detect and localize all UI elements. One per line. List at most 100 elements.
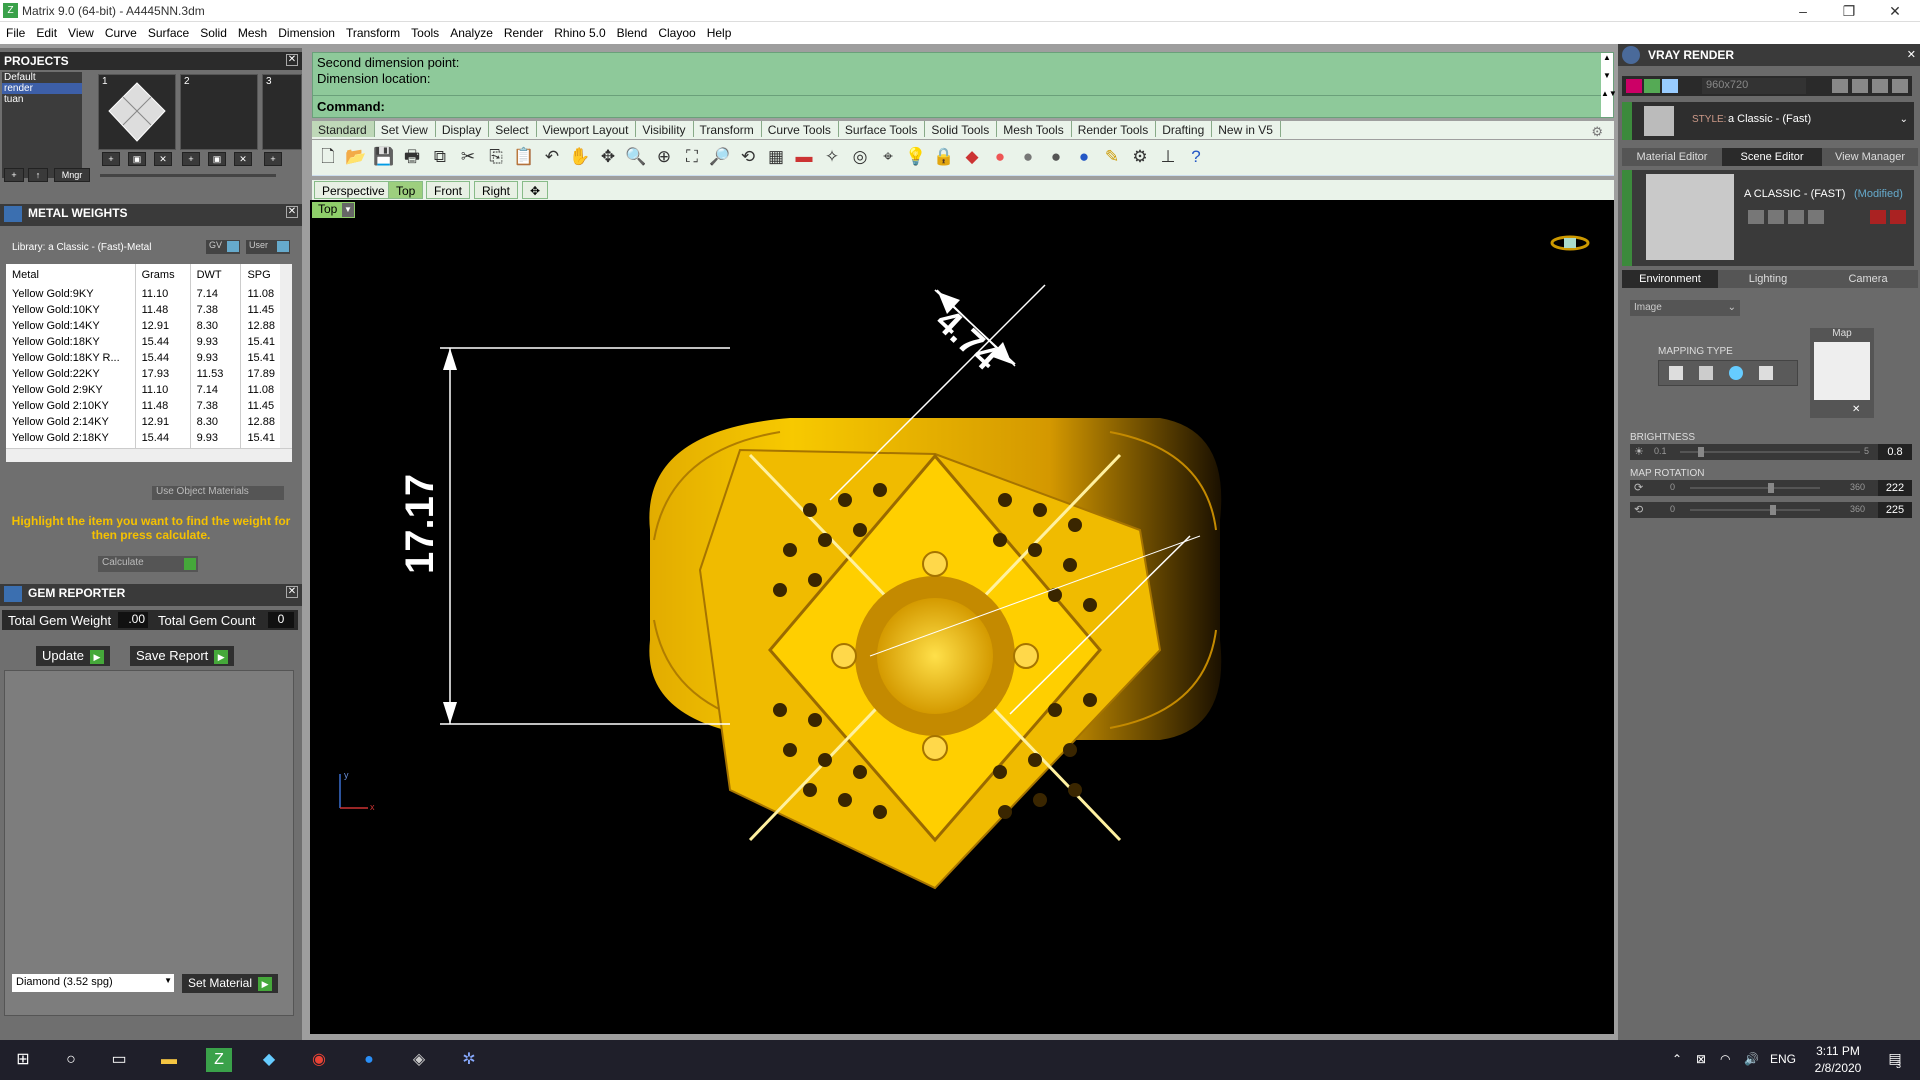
menu-solid[interactable]: Solid xyxy=(194,22,232,40)
table-row[interactable]: Yellow Gold 2:10KY 11.48 7.38 11.45 xyxy=(6,398,282,414)
project-item[interactable]: render xyxy=(2,83,82,94)
rotation-slider-h[interactable]: ⟳ 0 360 222 xyxy=(1630,480,1912,496)
zoom-window-icon[interactable]: ⊕ xyxy=(652,145,676,169)
column-header[interactable]: Grams xyxy=(135,264,191,286)
slot3-add-button[interactable]: + xyxy=(264,152,282,166)
rotation-h-value[interactable]: 222 xyxy=(1878,480,1912,496)
menu-file[interactable]: File xyxy=(0,22,30,40)
gv-toggle[interactable]: GV xyxy=(206,240,240,254)
map-box[interactable]: Map ✕ xyxy=(1810,328,1874,418)
project-slot-2[interactable]: 2 xyxy=(180,74,258,150)
close-icon[interactable]: ✕ xyxy=(1852,404,1860,415)
material-select[interactable]: Diamond (3.52 spg) ▼ xyxy=(12,974,174,992)
add-scene-icon[interactable] xyxy=(1788,210,1804,224)
add-project-button[interactable]: + xyxy=(4,168,24,182)
rotate-view-icon[interactable]: ✥ xyxy=(596,145,620,169)
menu-mesh[interactable]: Mesh xyxy=(232,22,272,40)
user-toggle[interactable]: User xyxy=(246,240,290,254)
slot-delete-button[interactable]: ✕ xyxy=(154,152,172,166)
table-row[interactable]: Yellow Gold:18KY 15.44 9.93 15.41 xyxy=(6,334,282,350)
reset-scene-icon[interactable] xyxy=(1890,210,1906,224)
osnap-icon[interactable]: ⌖ xyxy=(876,145,900,169)
tab-lighting[interactable]: Lighting xyxy=(1718,270,1818,288)
file-explorer-icon[interactable]: ▬ xyxy=(156,1048,182,1072)
table-row[interactable]: Yellow Gold 2:14KY 12.91 8.30 12.88 xyxy=(6,414,282,430)
list-icon[interactable] xyxy=(1872,79,1888,93)
menu-analyze[interactable]: Analyze xyxy=(444,22,498,40)
undo-icon[interactable]: ↶ xyxy=(540,145,564,169)
calculate-button[interactable]: Calculate xyxy=(98,556,198,572)
table-row[interactable]: Yellow Gold:10KY 11.48 7.38 11.45 xyxy=(6,302,282,318)
matrix-app-icon[interactable]: Z xyxy=(206,1048,232,1072)
import-scene-icon[interactable] xyxy=(1808,210,1824,224)
pan-icon[interactable]: ✋ xyxy=(568,145,592,169)
task-view-icon[interactable]: ▭ xyxy=(106,1048,132,1072)
print-icon[interactable]: 🖶 xyxy=(400,145,424,169)
tab-new-in-v5[interactable]: New in V5 xyxy=(1212,121,1281,137)
menu-edit[interactable]: Edit xyxy=(30,22,62,40)
zoom-extents-icon[interactable]: ⛶ xyxy=(680,145,704,169)
rendered-icon[interactable]: ● xyxy=(1044,145,1068,169)
tab-curve-tools[interactable]: Curve Tools xyxy=(762,121,839,137)
prev-icon[interactable] xyxy=(1832,79,1848,93)
chevron-down-icon[interactable]: ⌄ xyxy=(1900,114,1908,125)
pen-icon[interactable]: ✎ xyxy=(1100,145,1124,169)
tab-mesh-tools[interactable]: Mesh Tools xyxy=(997,121,1072,137)
menu-view[interactable]: View xyxy=(62,22,99,40)
use-object-materials-toggle[interactable]: Use Object Materials xyxy=(152,486,284,500)
expand-icon[interactable] xyxy=(1622,170,1632,266)
windows-start-icon[interactable]: ⊞ xyxy=(10,1048,36,1072)
add-viewport-icon[interactable]: ✥ xyxy=(522,181,549,199)
table-row[interactable]: Yellow Gold:22KY 17.93 11.53 17.89 xyxy=(6,366,282,382)
tab-display[interactable]: Display xyxy=(436,121,490,137)
menu-transform[interactable]: Transform xyxy=(340,22,405,40)
menu-clayoo[interactable]: Clayoo xyxy=(652,22,700,40)
sphere-icon[interactable] xyxy=(1729,366,1743,380)
tab-material-editor[interactable]: Material Editor xyxy=(1622,148,1722,166)
grid-view-icon[interactable] xyxy=(1892,79,1908,93)
rotation-slider-v[interactable]: ⟲ 0 360 225 xyxy=(1630,502,1912,518)
cut-icon[interactable]: ✂ xyxy=(456,145,480,169)
wifi-icon[interactable]: ◠ xyxy=(1720,1052,1730,1066)
cube-icon[interactable] xyxy=(1699,366,1713,380)
tab-view-manager[interactable]: View Manager xyxy=(1822,148,1918,166)
tray-chevron-icon[interactable]: ⌃ xyxy=(1672,1052,1682,1066)
clock-date[interactable]: 2/8/2020 xyxy=(1808,1061,1868,1075)
column-header[interactable]: Metal xyxy=(6,264,136,286)
slot2-delete-button[interactable]: ✕ xyxy=(234,152,252,166)
help-icon[interactable]: ? xyxy=(1184,145,1208,169)
slot-save-button[interactable]: ▣ xyxy=(128,152,146,166)
close-icon[interactable]: ✕ xyxy=(1872,0,1918,22)
resolution-select[interactable]: 960x720 xyxy=(1702,78,1806,94)
up-project-button[interactable]: ↑ xyxy=(28,168,48,182)
tab-render-tools[interactable]: Render Tools xyxy=(1072,121,1157,137)
frame-buffer-icon[interactable] xyxy=(1662,79,1678,93)
screen-icon[interactable] xyxy=(1759,366,1773,380)
save-icon[interactable]: 💾 xyxy=(372,145,396,169)
menu-tools[interactable]: Tools xyxy=(405,22,444,40)
project-item[interactable]: Default xyxy=(2,72,82,83)
paste-icon[interactable]: 📋 xyxy=(512,145,536,169)
zalo-icon[interactable]: ● xyxy=(356,1048,382,1072)
project-slot-3[interactable]: 3 xyxy=(262,74,302,150)
tab-standard[interactable]: Standard xyxy=(312,121,375,137)
bird-app-icon[interactable]: ◈ xyxy=(406,1048,432,1072)
layer-icon[interactable]: ◆ xyxy=(960,145,984,169)
load-scene-icon[interactable] xyxy=(1768,210,1784,224)
restore-icon[interactable]: ❐ xyxy=(1826,0,1872,22)
tab-visibility[interactable]: Visibility xyxy=(636,121,694,137)
chrome-icon[interactable]: ◉ xyxy=(306,1048,332,1072)
save-scene-icon[interactable] xyxy=(1748,210,1764,224)
undo-view-icon[interactable]: ⟲ xyxy=(736,145,760,169)
close-icon[interactable]: ✕ xyxy=(286,206,298,218)
menu-render[interactable]: Render xyxy=(498,22,548,40)
style-value[interactable]: a Classic - (Fast) xyxy=(1728,113,1811,125)
manager-button[interactable]: Mngr xyxy=(54,168,90,182)
tab-drafting[interactable]: Drafting xyxy=(1156,121,1213,137)
options-icon[interactable]: ⚙ xyxy=(1128,145,1152,169)
tab-solid-tools[interactable]: Solid Tools xyxy=(925,121,998,137)
command-input[interactable]: Command: xyxy=(313,95,1603,117)
menu-blend[interactable]: Blend xyxy=(611,22,653,40)
tab-viewport-layout[interactable]: Viewport Layout xyxy=(537,121,637,137)
render-sphere-icon[interactable]: ● xyxy=(1072,145,1096,169)
